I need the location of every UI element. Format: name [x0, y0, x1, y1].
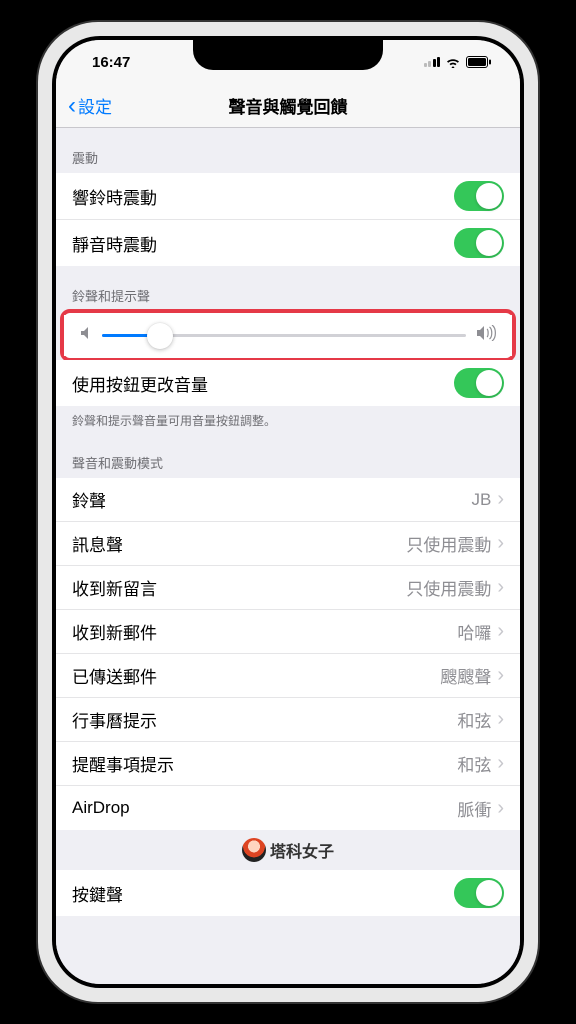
- row-ring-vibrate[interactable]: 響鈴時震動: [56, 173, 520, 220]
- status-time: 16:47: [84, 54, 130, 71]
- row-sound-item[interactable]: 提醒事項提示和弦 ›: [56, 742, 520, 786]
- row-label: 響鈴時震動: [72, 184, 454, 209]
- row-sound-item[interactable]: AirDrop脈衝 ›: [56, 786, 520, 830]
- row-label: 提醒事項提示: [72, 751, 457, 776]
- row-label: AirDrop: [72, 798, 457, 818]
- toggle-change-with-buttons[interactable]: [454, 368, 504, 398]
- row-sound-item[interactable]: 收到新郵件哈囉 ›: [56, 610, 520, 654]
- section-header-vibration: 震動: [56, 128, 520, 173]
- row-sound-item[interactable]: 行事曆提示和弦 ›: [56, 698, 520, 742]
- row-label: 使用按鈕更改音量: [72, 371, 454, 396]
- status-icons-group: [424, 56, 493, 68]
- navigation-bar: ‹ 設定 聲音與觸覺回饋: [56, 84, 520, 128]
- chevron-right-icon: ›: [497, 620, 504, 643]
- section-footer-ringer: 鈴聲和提示聲音量可用音量按鈕調整。: [56, 406, 520, 433]
- row-label: 按鍵聲: [72, 881, 454, 906]
- toggle-ring-vibrate[interactable]: [454, 181, 504, 211]
- back-label: 設定: [78, 93, 112, 118]
- section-header-ringer: 鈴聲和提示聲: [56, 266, 520, 311]
- chevron-right-icon: ›: [497, 664, 504, 687]
- notch: [193, 40, 383, 70]
- volume-low-icon: [80, 326, 92, 345]
- row-value: JB: [471, 490, 491, 510]
- row-value: 和弦: [457, 707, 491, 732]
- chevron-right-icon: ›: [497, 708, 504, 731]
- row-label: 已傳送郵件: [72, 663, 440, 688]
- chevron-right-icon: ›: [497, 576, 504, 599]
- phone-bezel: 16:47 ‹ 設定 聲音與觸覺回饋: [52, 36, 524, 988]
- phone-frame: 16:47 ‹ 設定 聲音與觸覺回饋: [38, 22, 538, 1002]
- cellular-icon: [424, 57, 441, 67]
- row-value: 哈囉: [457, 619, 491, 644]
- row-value: 和弦: [457, 751, 491, 776]
- row-sound-item[interactable]: 訊息聲只使用震動 ›: [56, 522, 520, 566]
- row-label: 行事曆提示: [72, 707, 457, 732]
- volume-slider[interactable]: [102, 334, 466, 337]
- row-silent-vibrate[interactable]: 靜音時震動: [56, 220, 520, 266]
- chevron-left-icon: ‹: [68, 92, 76, 120]
- row-sound-item[interactable]: 已傳送郵件颼颼聲 ›: [56, 654, 520, 698]
- row-volume-slider: [64, 315, 512, 356]
- battery-icon: [466, 56, 492, 68]
- toggle-keyboard-clicks[interactable]: [454, 878, 504, 908]
- page-title: 聲音與觸覺回饋: [56, 93, 520, 118]
- chevron-right-icon: ›: [497, 488, 504, 511]
- back-button[interactable]: ‹ 設定: [68, 92, 112, 120]
- highlight-annotation: [60, 309, 516, 362]
- settings-list[interactable]: 震動 響鈴時震動 靜音時震動 鈴聲和提示聲: [56, 128, 520, 984]
- row-value: 脈衝: [457, 796, 491, 821]
- row-value: 只使用震動: [406, 531, 491, 556]
- row-label: 收到新留言: [72, 575, 406, 600]
- toggle-silent-vibrate[interactable]: [454, 228, 504, 258]
- row-value: 只使用震動: [406, 575, 491, 600]
- screen: 16:47 ‹ 設定 聲音與觸覺回饋: [56, 40, 520, 984]
- row-label: 鈴聲: [72, 487, 471, 512]
- chevron-right-icon: ›: [497, 752, 504, 775]
- row-value: 颼颼聲: [440, 663, 491, 688]
- chevron-right-icon: ›: [497, 797, 504, 820]
- watermark: 塔科女子: [56, 830, 520, 870]
- row-sound-item[interactable]: 鈴聲JB ›: [56, 478, 520, 522]
- wifi-icon: [445, 56, 461, 68]
- row-label: 訊息聲: [72, 531, 406, 556]
- row-label: 收到新郵件: [72, 619, 457, 644]
- section-header-sounds: 聲音和震動模式: [56, 433, 520, 478]
- row-sound-item[interactable]: 收到新留言只使用震動 ›: [56, 566, 520, 610]
- row-change-with-buttons[interactable]: 使用按鈕更改音量: [56, 360, 520, 406]
- row-label: 靜音時震動: [72, 231, 454, 256]
- slider-thumb[interactable]: [147, 323, 173, 349]
- chevron-right-icon: ›: [497, 532, 504, 555]
- watermark-avatar-icon: [242, 838, 266, 862]
- watermark-text: 塔科女子: [270, 838, 334, 862]
- row-keyboard-clicks[interactable]: 按鍵聲: [56, 870, 520, 916]
- volume-high-icon: [476, 325, 496, 346]
